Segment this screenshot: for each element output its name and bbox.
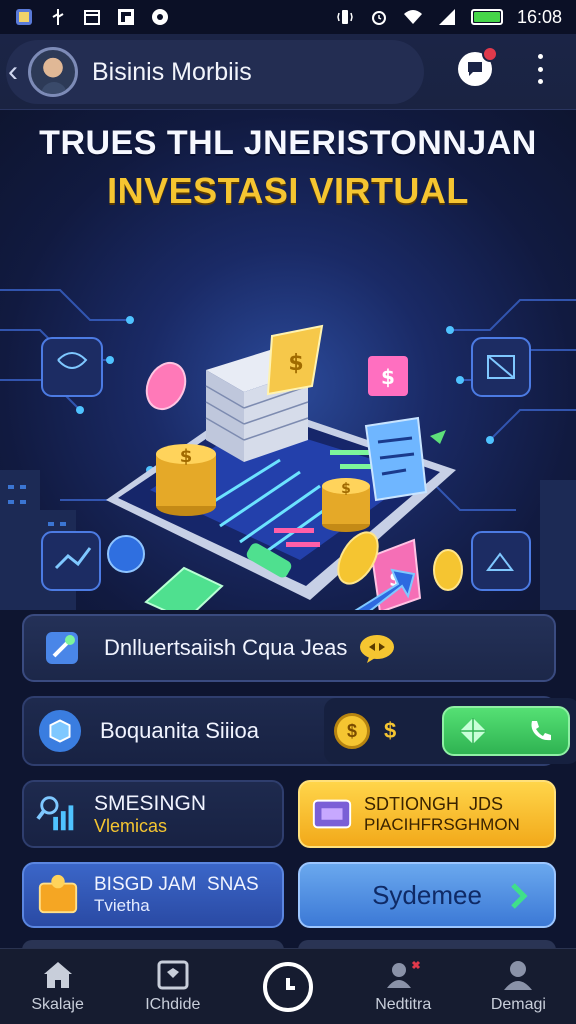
- nav-item-clock[interactable]: [230, 949, 345, 1024]
- card-row-3-left-text: SMESINGN Vlemicas: [94, 792, 206, 837]
- hero-subtitle: INVESTASI VIRTUAL: [107, 170, 469, 211]
- gem-icon: [460, 718, 486, 744]
- status-time: 16:08: [516, 6, 562, 27]
- phone-icon: [531, 721, 551, 741]
- card-row-3-left-subtitle: Vlemicas: [94, 815, 168, 836]
- cube-icon: [38, 709, 82, 753]
- reward-toggle-group: $ $: [324, 698, 576, 764]
- card-row-4-left-subtitle: Tvietha: [94, 896, 150, 916]
- nav-item-people[interactable]: Nedtitra: [346, 949, 461, 1024]
- wallet-icon: [36, 873, 80, 917]
- vibrate-icon: [335, 7, 355, 27]
- page-title: Bisinis Morbiis: [92, 57, 252, 86]
- card-row-2-label: Boquanita Siiioa: [100, 718, 260, 743]
- card-row-3-left-title: SMESINGN: [94, 791, 207, 815]
- coin-icon: $: [334, 713, 370, 749]
- svg-text:$: $: [180, 446, 193, 467]
- investment-illustration: $ $ $ $ $: [0, 289, 576, 610]
- battery-icon: [470, 9, 503, 25]
- card-row-4-left-text: BISGD JAM SNAS Tvietha: [94, 874, 259, 915]
- avatar[interactable]: [28, 47, 78, 97]
- app-header: ‹ Bisinis Morbiis: [0, 34, 576, 110]
- svg-text:$: $: [381, 365, 395, 389]
- svg-text:$: $: [288, 351, 303, 376]
- floating-card-blue: [364, 416, 428, 502]
- user-icon: [504, 960, 533, 990]
- hero-title: TRUES THL JNERISTONNJAN: [39, 124, 537, 162]
- card-row-2[interactable]: Boquanita Siiioa $ $: [22, 696, 576, 766]
- chevron-right-icon: [510, 882, 528, 915]
- city-right: [540, 480, 576, 610]
- record-icon: [150, 7, 170, 27]
- back-chevron-icon[interactable]: ‹: [8, 57, 24, 87]
- nav-item-home[interactable]: Skalaje: [0, 949, 115, 1024]
- more-options-button[interactable]: [530, 54, 550, 84]
- flipboard-icon: [116, 7, 136, 27]
- nav-item-profile[interactable]: Demagi: [461, 949, 576, 1024]
- nav-label-profile: Demagi: [490, 995, 546, 1013]
- card-row-3-right[interactable]: SDTIONGH JDS PIACIHFRSGHMON: [298, 780, 556, 848]
- chat-icon: [468, 62, 482, 76]
- chart-magnifier-icon: [36, 792, 80, 836]
- nav-label-home: Skalaje: [31, 995, 84, 1013]
- frame-icon: [157, 960, 189, 989]
- card-row-3-left[interactable]: SMESINGN Vlemicas: [22, 780, 284, 848]
- wifi-icon: [403, 7, 423, 27]
- status-right-icons: 16:08: [335, 7, 562, 28]
- card-row-4-right[interactable]: Sydemee: [298, 862, 556, 928]
- card-row-3-right-text: SDTIONGH JDS PIACIHFRSGHMON: [364, 794, 520, 834]
- signal-icon: [437, 7, 457, 27]
- svg-text:$: $: [341, 481, 351, 497]
- gold-coins-left: $: [156, 444, 216, 516]
- status-bar: 16:08: [0, 0, 576, 34]
- floating-bill-green: [144, 566, 224, 610]
- card-icon: [310, 792, 354, 836]
- card-row-4-left[interactable]: BISGD JAM SNAS Tvietha: [22, 862, 284, 928]
- hero-banner: TRUES THL JNERISTONNJAN INVESTASI VIRTUA…: [0, 110, 576, 610]
- home-icon: [43, 961, 72, 988]
- gallery-icon: [14, 7, 34, 27]
- gold-coins-right: $: [322, 478, 370, 532]
- calendar-icon: [82, 7, 102, 27]
- card-row-3-right-subtitle: PIACIHFRSGHMON: [364, 814, 520, 834]
- chat-button[interactable]: [458, 46, 498, 86]
- battery-level: [473, 12, 500, 22]
- floating-bill-gold: $: [266, 324, 324, 396]
- clock-icon: [263, 961, 313, 1012]
- usb-icon: [48, 7, 68, 27]
- nav-label-people: Nedtitra: [375, 995, 432, 1013]
- chat-bubble-icon: [359, 633, 395, 663]
- pink-cube: $: [368, 356, 408, 396]
- card-row-4-left-title: BISGD JAM SNAS: [94, 874, 259, 896]
- star-bonus-text: $: [384, 718, 397, 743]
- notification-badge: [482, 46, 498, 62]
- status-left-icons: [14, 7, 170, 27]
- card-row-1-label: Dnlluertsaiish Cqua Jeas: [104, 635, 348, 660]
- bottom-navigation: Skalaje IChdide Nedtitra Demagi: [0, 948, 576, 1024]
- nav-label-frame: IChdide: [145, 995, 201, 1013]
- alarm-icon: [369, 7, 389, 27]
- card-row-1[interactable]: Dnlluertsaiish Cqua Jeas: [22, 614, 556, 682]
- people-alert-icon: [387, 960, 421, 988]
- card-row-4-right-label: Sydemee: [372, 879, 482, 910]
- profile-pill[interactable]: ‹ Bisinis Morbiis: [6, 40, 424, 104]
- call-toggle[interactable]: [442, 706, 570, 756]
- card-row-3-right-title: SDTIONGH JDS: [364, 793, 504, 814]
- nav-item-frame[interactable]: IChdide: [115, 949, 230, 1024]
- wand-icon: [40, 626, 84, 670]
